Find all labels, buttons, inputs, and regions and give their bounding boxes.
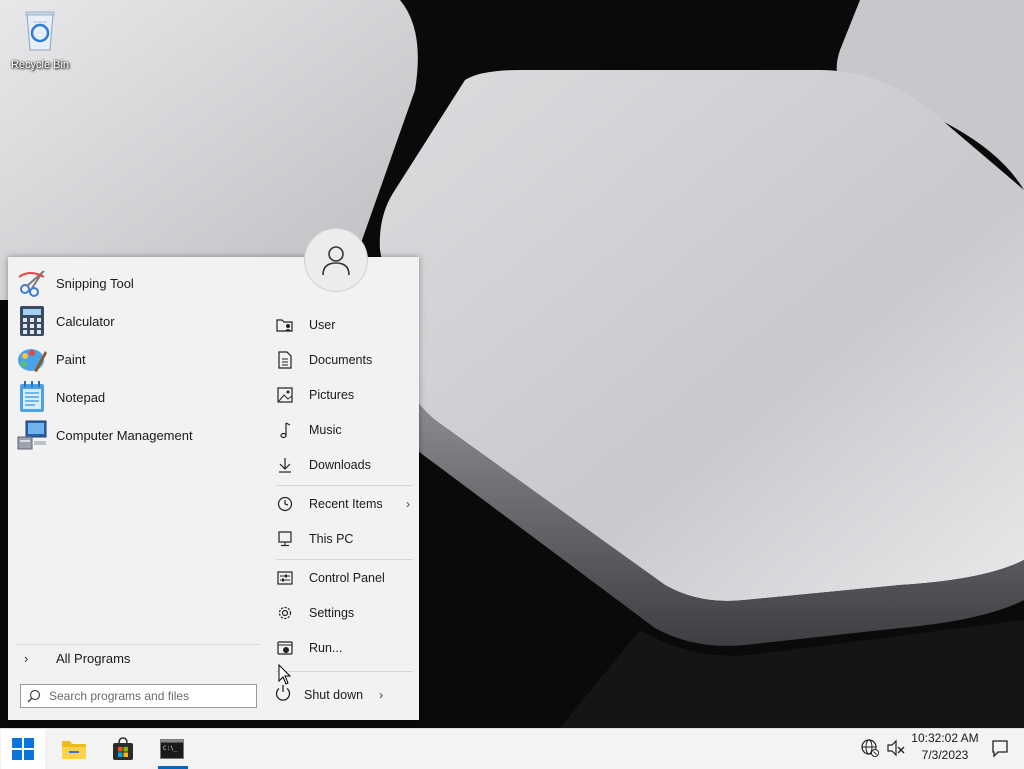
chevron-right-icon: ›: [406, 497, 410, 511]
all-programs-label: All Programs: [56, 650, 131, 666]
desktop-icon-recycle-bin[interactable]: Recycle Bin: [6, 6, 74, 71]
run-icon: [274, 637, 296, 659]
link-label: Control Panel: [309, 571, 385, 585]
start-menu-programs-pane: Snipping Tool Calculator Paint Notepad C…: [8, 257, 268, 720]
link-documents[interactable]: Documents: [274, 346, 414, 374]
divider: [16, 644, 260, 645]
start-menu-links-pane: User Documents Pictures Music Downloads: [268, 257, 419, 720]
program-notepad[interactable]: Notepad: [16, 379, 260, 415]
link-label: Run...: [309, 641, 343, 655]
link-pictures[interactable]: Pictures: [274, 381, 414, 409]
link-label: Recent Items: [309, 497, 383, 511]
start-button[interactable]: [1, 729, 45, 769]
link-user[interactable]: User: [274, 311, 414, 339]
snipping-tool-icon: [16, 267, 48, 299]
shutdown-label: Shut down: [304, 688, 364, 702]
terminal-icon: C:\_: [160, 739, 184, 759]
program-calculator[interactable]: Calculator: [16, 303, 260, 339]
program-paint[interactable]: Paint: [16, 341, 260, 377]
link-label: Music: [309, 423, 342, 437]
taskbar-file-explorer[interactable]: [52, 729, 96, 769]
divider: [276, 671, 413, 672]
search-input[interactable]: [47, 688, 251, 704]
link-label: Downloads: [309, 458, 371, 472]
user-avatar[interactable]: [304, 228, 368, 292]
notification-icon[interactable]: [990, 738, 1010, 758]
link-label: Settings: [309, 606, 355, 620]
network-globe-icon[interactable]: [860, 738, 880, 758]
folder-icon: [62, 741, 86, 759]
program-label: Calculator: [56, 313, 115, 329]
taskbar-clock[interactable]: 10:32:02 AM 7/3/2023: [906, 731, 984, 762]
link-label: This PC: [309, 532, 354, 546]
program-snipping-tool[interactable]: Snipping Tool: [16, 265, 260, 301]
user-avatar-icon: [322, 246, 350, 276]
program-label: Notepad: [56, 389, 106, 405]
shutdown-button[interactable]: Shut down ›: [274, 681, 414, 709]
chevron-right-icon: ›: [24, 650, 29, 666]
speaker-muted-icon[interactable]: [886, 738, 906, 758]
calculator-icon: [16, 305, 48, 337]
computer-management-icon: [16, 419, 48, 451]
link-this-pc[interactable]: This PC: [274, 525, 414, 553]
gear-icon: [274, 602, 296, 624]
recycle-bin-icon: [25, 11, 55, 51]
link-music[interactable]: Music: [274, 416, 414, 444]
picture-icon: [274, 384, 296, 406]
notepad-icon: [16, 381, 48, 413]
link-downloads[interactable]: Downloads: [274, 451, 414, 479]
clock-date: 7/3/2023: [921, 748, 969, 762]
start-menu: Snipping Tool Calculator Paint Notepad C…: [8, 257, 419, 720]
power-icon: [274, 684, 292, 707]
svg-text:C:\_: C:\_: [163, 745, 178, 752]
taskbar-microsoft-store[interactable]: [101, 729, 145, 769]
link-label: Pictures: [309, 388, 355, 402]
clock-icon: [274, 493, 296, 515]
link-label: User: [309, 318, 336, 332]
program-label: Paint: [56, 351, 86, 367]
windows-logo-icon: [12, 738, 34, 760]
document-icon: [274, 349, 296, 371]
link-label: Documents: [309, 353, 373, 367]
search-box[interactable]: [20, 684, 257, 708]
mouse-cursor-icon: [278, 664, 292, 685]
computer-icon: [274, 528, 296, 550]
store-bag-icon: [113, 737, 133, 760]
taskbar-command-prompt[interactable]: C:\_: [150, 729, 194, 769]
chevron-right-icon[interactable]: ›: [379, 688, 383, 702]
clock-time: 10:32:02 AM: [911, 731, 979, 745]
divider: [276, 559, 413, 560]
download-arrow-icon: [274, 454, 296, 476]
all-programs-button[interactable]: › All Programs: [16, 647, 260, 669]
link-recent-items[interactable]: Recent Items ›: [274, 490, 414, 518]
link-run[interactable]: Run...: [274, 634, 414, 662]
user-folder-icon: [274, 314, 296, 336]
music-note-icon: [274, 419, 296, 441]
program-label: Snipping Tool: [56, 275, 134, 291]
program-computer-management[interactable]: Computer Management: [16, 417, 260, 453]
program-label: Computer Management: [56, 427, 193, 443]
recycle-bin-label: Recycle Bin: [10, 59, 70, 71]
divider: [276, 485, 413, 486]
control-panel-icon: [274, 567, 296, 589]
link-control-panel[interactable]: Control Panel: [274, 564, 414, 592]
search-icon: [21, 689, 47, 703]
paint-icon: [16, 343, 48, 375]
link-settings[interactable]: Settings: [274, 599, 414, 627]
